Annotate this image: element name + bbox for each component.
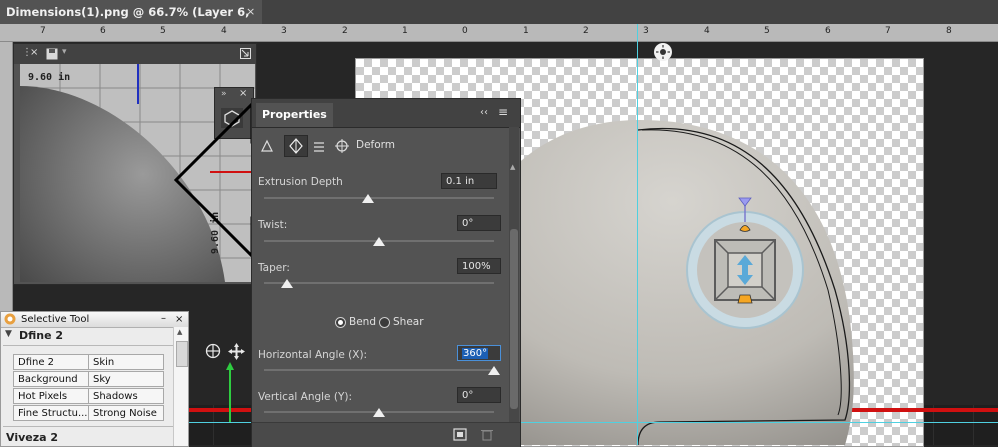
twist-thumb[interactable] xyxy=(373,237,385,246)
taper-thumb[interactable] xyxy=(281,279,293,288)
trash-icon[interactable] xyxy=(481,428,493,441)
vertical-angle-thumb[interactable] xyxy=(373,408,385,417)
button-fine-structures[interactable]: Fine Structu... xyxy=(13,405,89,421)
ruler-number: 3 xyxy=(643,26,649,36)
pan-camera-icon[interactable] xyxy=(228,343,245,360)
close-icon[interactable]: × xyxy=(239,88,247,99)
ruler-number: 5 xyxy=(160,26,166,36)
twist-input[interactable]: 0° xyxy=(457,215,501,231)
orbit-camera-icon[interactable] xyxy=(205,343,221,359)
light-source-icon[interactable] xyxy=(653,42,673,62)
nik-logo-icon xyxy=(4,313,16,325)
panel-menu-icon[interactable]: ≡ xyxy=(498,105,508,119)
measurement-label-top: 9.60 in xyxy=(28,72,71,83)
properties-panel: Properties ‹‹ ≡ Deform Extrusion Depth 0… xyxy=(251,98,521,447)
properties-footer xyxy=(252,422,520,447)
ruler-number: 7 xyxy=(885,26,891,36)
shear-radio[interactable] xyxy=(379,317,390,328)
collapse-panel-icon[interactable]: ‹‹ xyxy=(480,107,488,118)
ruler-number: 2 xyxy=(583,26,589,36)
properties-header: Properties ‹‹ ≡ xyxy=(252,99,520,128)
ruler-number: 1 xyxy=(402,26,408,36)
horizontal-angle-thumb[interactable] xyxy=(488,366,500,375)
scroll-up-icon[interactable]: ▲ xyxy=(510,163,515,171)
ruler-number: 6 xyxy=(825,26,831,36)
document-close-button[interactable]: × xyxy=(246,0,255,24)
horizontal-ruler: 7 6 5 4 3 2 1 0 1 2 3 4 5 6 7 8 xyxy=(0,24,998,42)
ruler-number: 1 xyxy=(523,26,529,36)
deform-mode-icon xyxy=(289,138,303,154)
reset-deformation-icon[interactable] xyxy=(453,428,467,441)
taper-input[interactable]: 100% xyxy=(457,258,501,274)
shear-label: Shear xyxy=(393,316,424,328)
bend-radio[interactable] xyxy=(335,317,346,328)
3d-axis-gizmo[interactable] xyxy=(218,362,248,432)
vertical-angle-label: Vertical Angle (Y): xyxy=(258,391,353,403)
ruler-number: 5 xyxy=(764,26,770,36)
navigator-header: ⋮ × ▾ xyxy=(14,44,256,64)
coordinates-mode-icon[interactable] xyxy=(334,138,350,154)
expand-icon[interactable] xyxy=(240,48,251,59)
selective-tool-titlebar: Selective Tool – × xyxy=(1,312,188,328)
horizontal-angle-input[interactable]: 360° xyxy=(457,345,501,361)
button-sky[interactable]: Sky xyxy=(88,371,164,387)
ruler-number: 4 xyxy=(221,26,227,36)
twist-label: Twist: xyxy=(258,219,288,231)
cap-mode-icon[interactable] xyxy=(312,139,326,153)
extrusion-depth-thumb[interactable] xyxy=(361,194,374,203)
taper-label: Taper: xyxy=(258,262,290,274)
horizontal-angle-slider[interactable] xyxy=(264,369,494,371)
horizontal-angle-label: Horizontal Angle (X): xyxy=(258,349,368,361)
ruler-number: 7 xyxy=(40,26,46,36)
button-background[interactable]: Background xyxy=(13,371,89,387)
extrusion-depth-input[interactable]: 0.1 in xyxy=(441,173,497,189)
divider xyxy=(3,426,173,427)
tab-properties[interactable]: Properties xyxy=(256,103,333,127)
deform-mode-button[interactable] xyxy=(284,135,308,157)
extrusion-depth-label: Extrusion Depth xyxy=(258,176,343,188)
scroll-up-icon[interactable]: ▲ xyxy=(177,328,182,336)
close-icon[interactable]: × xyxy=(30,47,38,58)
selective-tool-scrollbar[interactable]: ▲ xyxy=(173,327,188,446)
minimize-icon[interactable]: – xyxy=(161,311,166,326)
collapse-section-icon[interactable]: ▼ xyxy=(5,329,12,339)
divider xyxy=(3,345,173,346)
guide-vertical[interactable] xyxy=(637,24,638,445)
ruler-number: 6 xyxy=(100,26,106,36)
properties-scroll-thumb[interactable] xyxy=(510,229,518,409)
chevron-down-icon[interactable]: ▾ xyxy=(62,47,67,57)
mode-label: Deform xyxy=(356,139,396,151)
button-strong-noise[interactable]: Strong Noise xyxy=(88,405,164,421)
document-tab[interactable]: Dimensions(1).png @ 66.7% (Layer 6, RGB/… xyxy=(0,0,262,43)
ruler-number: 0 xyxy=(462,26,468,36)
horizontal-angle-value: 360° xyxy=(462,348,489,359)
ruler-number: 8 xyxy=(946,26,952,36)
taper-slider[interactable] xyxy=(264,282,494,284)
button-skin[interactable]: Skin xyxy=(88,354,164,370)
scroll-thumb[interactable] xyxy=(176,341,188,367)
section-dfine[interactable]: Dfine 2 xyxy=(19,329,63,342)
close-icon[interactable]: × xyxy=(175,312,183,327)
selective-tool-title: Selective Tool xyxy=(21,314,90,325)
selective-tool-window: Selective Tool – × ▼ Dfine 2 Dfine 2 Ski… xyxy=(0,311,189,447)
extrusion-depth-slider[interactable] xyxy=(264,197,494,199)
section-viveza[interactable]: Viveza 2 xyxy=(6,431,58,444)
button-hot-pixels[interactable]: Hot Pixels xyxy=(13,388,89,404)
ruler-number: 4 xyxy=(704,26,710,36)
expand-panels-icon[interactable]: » xyxy=(221,89,227,99)
vertical-angle-input[interactable]: 0° xyxy=(457,387,501,403)
save-icon[interactable] xyxy=(46,48,58,60)
button-dfine2[interactable]: Dfine 2 xyxy=(13,354,89,370)
deform-widget[interactable] xyxy=(680,195,810,355)
bend-label: Bend xyxy=(349,316,376,328)
ruler-number: 2 xyxy=(342,26,348,36)
ruler-number: 3 xyxy=(281,26,287,36)
button-shadows[interactable]: Shadows xyxy=(88,388,164,404)
mesh-mode-icon[interactable] xyxy=(260,139,274,153)
